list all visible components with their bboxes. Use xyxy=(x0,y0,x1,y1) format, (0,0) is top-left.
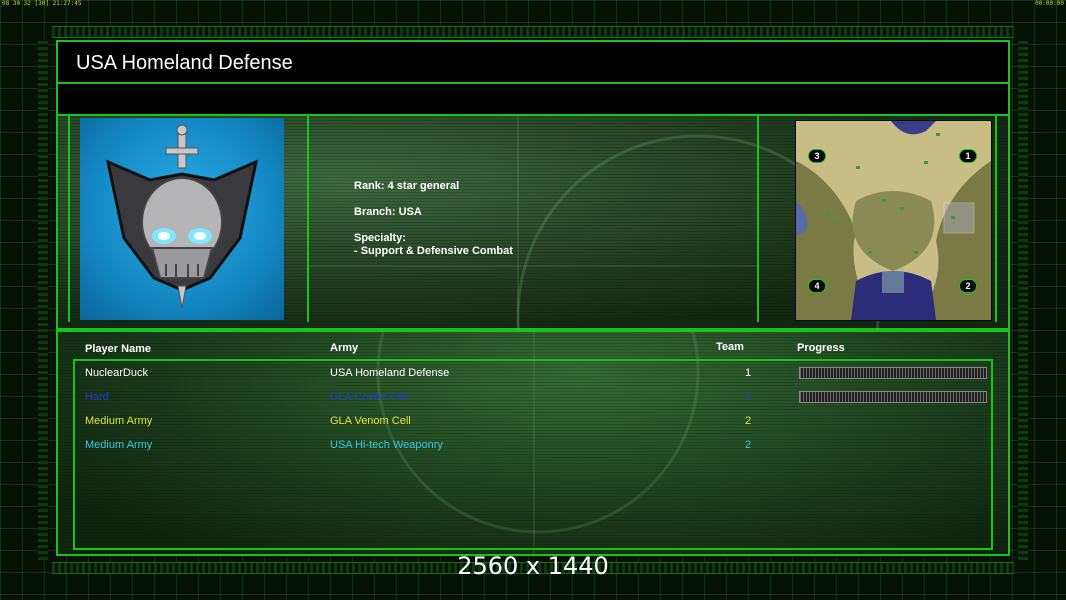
team-cell: 2 xyxy=(745,415,752,427)
army-cell: USA Hi-tech Weaponry xyxy=(330,439,443,451)
loading-progress-bar xyxy=(799,391,987,403)
panel-divider-2 xyxy=(307,116,309,322)
decor-strip-right xyxy=(1018,40,1028,560)
general-info-text: Rank: 4 star general Branch: USA Special… xyxy=(354,180,513,258)
specialty-label: Specialty: xyxy=(354,232,406,244)
hud-top-bar: 08 30 32 [30] 21:27:45 00:00:00 xyxy=(0,0,1066,8)
team-cell: 1 xyxy=(745,391,752,403)
team-cell: 2 xyxy=(745,439,752,451)
start-position-3[interactable]: 3 xyxy=(808,149,826,163)
player-name-cell: NuclearDuck xyxy=(85,367,148,379)
army-cell: GLA Covert Cell xyxy=(330,391,409,403)
page-title: USA Homeland Defense xyxy=(76,52,293,74)
army-cell: GLA Venom Cell xyxy=(330,415,411,427)
players-table xyxy=(73,359,993,550)
loading-progress-bar xyxy=(799,367,987,379)
subtitle-bar xyxy=(56,84,1010,116)
branch-text: Branch: USA xyxy=(354,206,422,218)
rank-text: Rank: 4 star general xyxy=(354,180,460,192)
panel-divider-1 xyxy=(68,116,70,322)
team-cell: 1 xyxy=(745,367,752,379)
column-header-player: Player Name xyxy=(85,343,152,355)
start-position-4[interactable]: 4 xyxy=(808,279,826,293)
player-name-cell: Hard xyxy=(85,391,109,403)
start-position-1[interactable]: 1 xyxy=(959,149,977,163)
player-name-cell: Medium Army xyxy=(85,439,153,451)
decor-strip-left xyxy=(38,40,48,560)
player-name-cell: Medium Army xyxy=(85,415,153,427)
panel-divider-4 xyxy=(995,116,997,322)
column-header-army: Army xyxy=(330,342,359,354)
column-header-progress: Progress xyxy=(797,342,845,354)
decor-strip-top xyxy=(52,26,1014,38)
general-portrait xyxy=(80,118,284,320)
panel-divider-3 xyxy=(757,116,759,322)
minimap: 3 1 4 2 xyxy=(795,120,992,321)
resolution-overlay-text: 2560 x 1440 xyxy=(457,552,609,580)
specialty-value: - Support & Defensive Combat xyxy=(354,245,513,257)
column-header-team: Team xyxy=(716,341,744,353)
title-bar: USA Homeland Defense xyxy=(56,40,1010,84)
hud-stats-text: 08 30 32 [30] 21:27:45 xyxy=(2,0,82,7)
skull-sword-emblem-icon xyxy=(105,124,259,309)
army-cell: USA Homeland Defense xyxy=(330,367,450,379)
start-position-2[interactable]: 2 xyxy=(959,279,977,293)
hud-clock-text: 00:00:00 xyxy=(1035,0,1064,7)
